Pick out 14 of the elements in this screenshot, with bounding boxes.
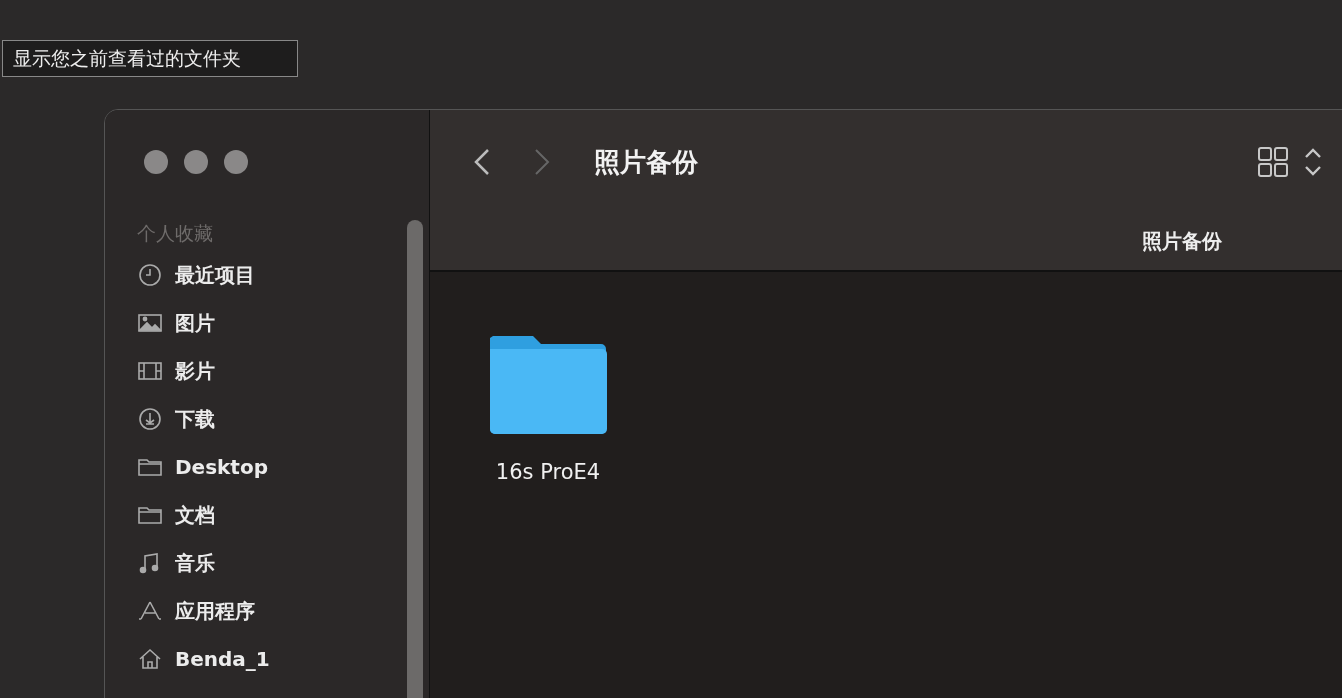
- sidebar-item[interactable]: 最近项目: [137, 251, 429, 299]
- sidebar-item[interactable]: Desktop: [137, 443, 429, 491]
- tooltip: 显示您之前查看过的文件夹: [2, 40, 298, 77]
- path-label: 照片备份: [1142, 228, 1222, 255]
- sidebar-item[interactable]: 下载: [137, 395, 429, 443]
- window-title: 照片备份: [594, 145, 698, 179]
- sidebar-item[interactable]: 影片: [137, 347, 429, 395]
- sidebar-item[interactable]: 图片: [137, 299, 429, 347]
- sidebar-item[interactable]: 文档: [137, 491, 429, 539]
- sidebar-section-title: 个人收藏: [137, 221, 214, 246]
- file-name[interactable]: 16s ProE4: [495, 460, 601, 484]
- sidebar-item[interactable]: 音乐: [137, 539, 429, 587]
- sidebar-item[interactable]: 应用程序: [137, 587, 429, 635]
- sidebar-item[interactable]: Benda_1: [137, 635, 429, 683]
